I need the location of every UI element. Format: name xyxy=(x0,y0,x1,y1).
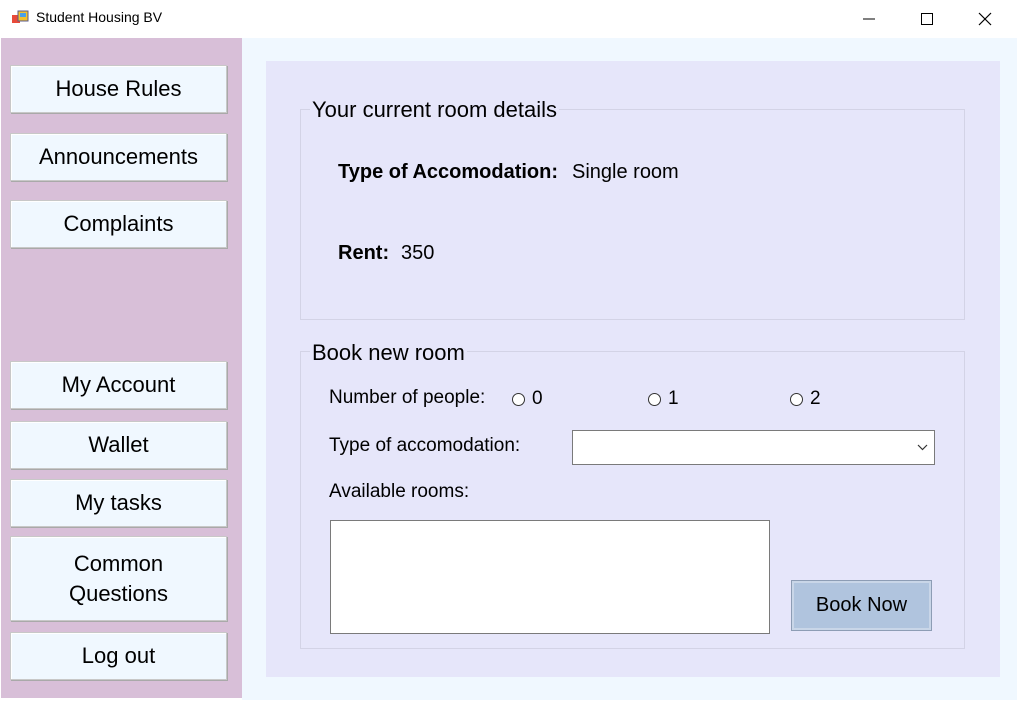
current-room-title: Your current room details xyxy=(310,97,559,123)
chevron-down-icon xyxy=(917,444,928,451)
my-account-button[interactable]: My Account xyxy=(10,361,227,409)
common-questions-button[interactable]: Common Questions xyxy=(10,536,227,621)
book-now-button[interactable]: Book Now xyxy=(791,580,932,631)
rent-value: 350 xyxy=(401,242,435,264)
people-option-2-label: 2 xyxy=(810,388,821,409)
people-radio-1[interactable]: 1 xyxy=(648,388,679,410)
people-option-1-label: 1 xyxy=(668,388,679,409)
available-rooms-list[interactable] xyxy=(330,520,770,634)
house-rules-button[interactable]: House Rules xyxy=(10,65,227,113)
radio-circle-icon xyxy=(790,392,803,406)
minimize-icon xyxy=(863,18,875,19)
my-tasks-button[interactable]: My tasks xyxy=(10,479,227,527)
radio-circle-icon xyxy=(512,392,525,406)
people-radio-0[interactable]: 0 xyxy=(512,388,543,410)
sidebar: House Rules Announcements Complaints My … xyxy=(1,38,242,698)
accommodation-type-value: Single room xyxy=(572,161,679,183)
current-room-group xyxy=(300,109,965,320)
complaints-button[interactable]: Complaints xyxy=(10,200,227,248)
announcements-button[interactable]: Announcements xyxy=(10,133,227,181)
app-icon xyxy=(12,9,30,25)
radio-circle-icon xyxy=(648,392,661,406)
people-option-0-label: 0 xyxy=(532,388,543,409)
accommodation-type-select[interactable] xyxy=(572,430,935,465)
close-icon xyxy=(978,12,992,25)
people-radio-2[interactable]: 2 xyxy=(790,388,821,410)
minimize-button[interactable] xyxy=(840,0,898,37)
people-count-label: Number of people: xyxy=(329,387,486,408)
available-rooms-label: Available rooms: xyxy=(329,481,470,502)
rent-label: Rent: xyxy=(338,242,390,264)
accommodation-type-select-label: Type of accomodation: xyxy=(329,435,521,456)
accommodation-type-label: Type of Accomodation: xyxy=(338,161,558,183)
wallet-button[interactable]: Wallet xyxy=(10,421,227,469)
maximize-button[interactable] xyxy=(898,0,956,37)
close-button[interactable] xyxy=(956,0,1014,37)
window-title: Student Housing BV xyxy=(36,9,163,25)
book-room-title: Book new room xyxy=(310,340,467,366)
title-bar: Student Housing BV xyxy=(0,0,1017,37)
maximize-icon xyxy=(921,12,933,25)
log-out-button[interactable]: Log out xyxy=(10,632,227,680)
main-panel: Your current room details Type of Accomo… xyxy=(266,61,1000,677)
